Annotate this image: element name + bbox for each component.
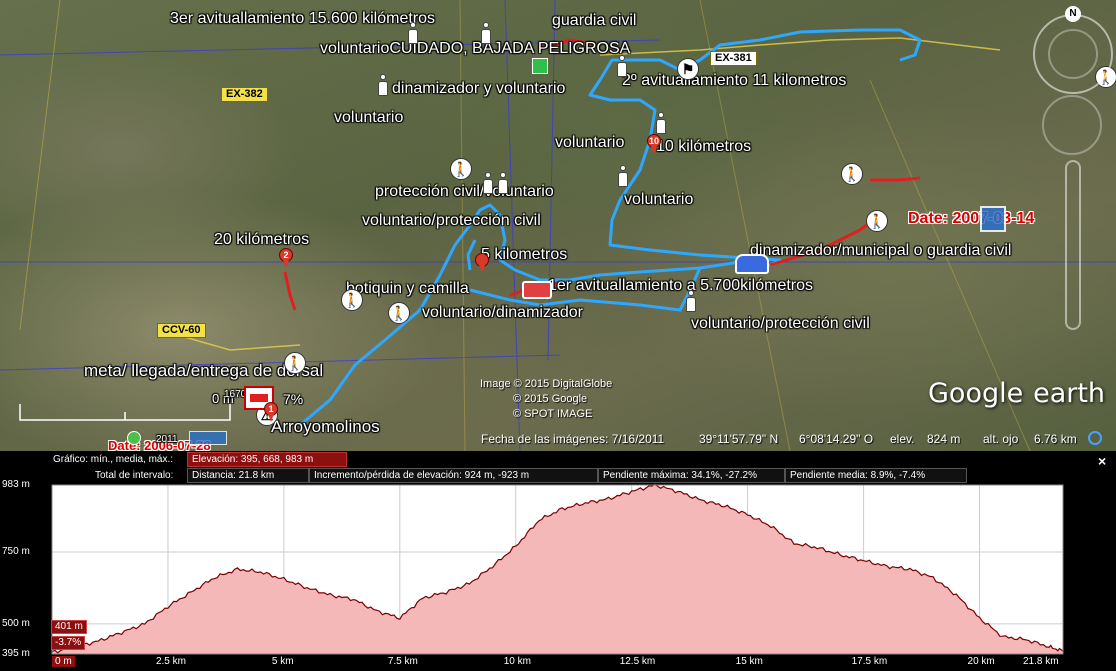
logo-earth: earth [1033,378,1106,409]
label-20-km[interactable]: 20 kilómetros [214,231,309,249]
label-5-km[interactable]: 5 kilometros [481,246,567,264]
eye-altitude-label: alt. ojo [983,432,1019,446]
km-marker-pin[interactable]: 2 [279,248,293,268]
latitude: 39°11'57.79" N [699,432,779,446]
y-axis-label: 983 m [2,479,30,490]
x-axis-label: 17.5 km [851,656,888,667]
zoom-slider[interactable] [1065,160,1081,330]
streaming-icon [1088,431,1102,445]
x-axis-label: 12.5 km [619,656,656,667]
label-year: 2011 [156,434,178,445]
cursor-elevation-tag: 401 m [51,620,87,634]
compass-north-icon[interactable]: N [1065,6,1081,22]
volunteer-person-icon[interactable] [655,112,667,134]
volunteer-person-icon[interactable] [616,55,628,77]
interval-total-label: Total de intervalo: [95,470,174,481]
volunteer-person-icon[interactable] [377,74,389,96]
logo-google: Google [928,378,1024,409]
max-slope-stat: Pendiente máxima: 34.1%, -27.2% [598,468,785,483]
volunteer-person-icon[interactable] [497,172,509,194]
longitude: 6°08'14.29" O [799,432,874,446]
avg-slope-stat: Pendiente media: 8.9%, -7.4% [785,468,967,483]
ambulance-icon[interactable] [522,281,552,299]
label-guardia-civil[interactable]: guardia civil [552,12,636,30]
google-earth-logo: Google earth [928,374,1105,410]
y-axis-label: 750 m [2,545,30,557]
km-marker-pin[interactable]: 10 [647,134,661,154]
volunteer-person-icon[interactable] [482,172,494,194]
distance-stat: Distancia: 21.8 km [187,468,309,483]
y-axis-label: 500 m [2,617,30,629]
hiker-icon[interactable]: 🚶 [388,302,410,324]
y-axis-label: 395 m [2,648,30,659]
label-arroyomolinos[interactable]: Arroyomolinos [271,418,380,436]
volunteer-person-icon[interactable] [685,290,697,312]
road-sign-ex382: EX-382 [221,87,268,102]
km-marker-pin[interactable]: 1 [264,402,278,422]
hiker-icon[interactable]: 🚶 [866,210,888,232]
hiker-icon[interactable]: 🚶 [284,352,306,374]
label-percent: 7% [283,391,304,407]
volunteer-person-icon[interactable] [407,22,419,44]
elevation-label: elev. [890,432,915,446]
x-axis-label: 15 km [735,656,763,667]
flag-icon[interactable]: ⚑ [677,58,699,80]
label-voluntario-proteccion-2[interactable]: voluntario/protección civil [691,315,870,333]
car-icon[interactable] [735,254,769,274]
label-avituallamiento-1[interactable]: 1er avituallamiento a 5.700kilómetros [548,277,813,295]
hiker-icon[interactable]: 🚶 [841,163,863,185]
hiker-icon[interactable]: 🚶 [341,289,363,311]
label-proteccion-voluntario[interactable]: protección civil/voluntario [375,183,554,201]
map-view[interactable]: 3er avituallamiento 15.600 kilómetros gu… [0,0,1116,451]
photo-icon[interactable] [189,431,227,445]
label-voluntario-north[interactable]: voluntario [555,134,624,152]
label-date-2007[interactable]: Date: 2007-03-14 [908,210,1034,228]
hiker-icon[interactable]: 🚶 [450,158,472,180]
elevation-value: 824 m [927,432,961,446]
volunteer-person-icon[interactable] [617,165,629,187]
waypoint-icon[interactable] [532,58,548,74]
graph-stats-label: Gráfico: mín., media, máx.: [53,454,174,465]
x-axis-label: 0 m [52,656,75,667]
label-voluntario-proteccion[interactable]: voluntario/protección civil [362,212,541,230]
close-icon[interactable]: × [1098,453,1106,469]
spot-credit: © SPOT IMAGE [513,408,593,420]
label-avituallamiento-2[interactable]: 2º avituallamiento 11 kilometros [622,72,846,90]
imagery-date: Fecha de las imágenes: 7/16/2011 [481,432,665,446]
move-joystick[interactable] [1042,95,1102,155]
label-10-km[interactable]: 10 kilómetros [656,138,751,156]
label-voluntario-east[interactable]: voluntario [624,191,693,209]
x-axis-label: 10 km [503,656,531,667]
volunteer-person-icon[interactable] [480,22,492,44]
label-bajada-peligrosa[interactable]: voluntarioCUIDADO, BAJADA PELIGROSA [320,40,630,58]
road-sign-ex381: EX-381 [710,51,757,66]
look-joystick-inner[interactable] [1048,29,1098,79]
x-axis-label: 20 km [967,656,995,667]
imagery-credit: Image © 2015 DigitalGlobe [480,378,613,390]
elevation-gain-stat: Incremento/pérdida de elevación: 924 m, … [309,468,598,483]
x-axis-label: 7.5 km [387,656,418,667]
label-avituallamiento-3[interactable]: 3er avituallamiento 15.600 kilómetros [170,10,435,28]
globe-icon[interactable] [127,431,141,445]
eye-altitude-value: 6.76 km [1034,432,1077,446]
road-sign-ccv60: CCV-60 [157,323,206,338]
label-botiquin[interactable]: botiquin y camilla [346,280,469,298]
label-dinamizador-municipal[interactable]: dinamizador/municipal o guardia civil [750,242,1011,260]
photo-icon[interactable] [980,206,1006,232]
label-voluntario-west[interactable]: voluntario [334,109,403,127]
elevation-stats: Elevación: 395, 668, 983 m [187,452,347,467]
x-axis-label: 2.5 km [155,656,186,667]
elevation-profile-panel: × Gráfico: mín., media, máx.: Elevación:… [0,451,1116,671]
x-axis-label: 5 km [271,656,294,667]
km-marker-pin[interactable] [475,253,489,273]
cursor-slope-tag: -3.7% [51,636,86,650]
label-dinamizador-voluntario[interactable]: dinamizador y voluntario [392,80,565,98]
google-credit: © 2015 Google [513,393,588,405]
x-axis-label: 21.8 km [1023,656,1059,667]
label-voluntario-dinamizador[interactable]: voluntario/dinamizador [422,304,583,322]
